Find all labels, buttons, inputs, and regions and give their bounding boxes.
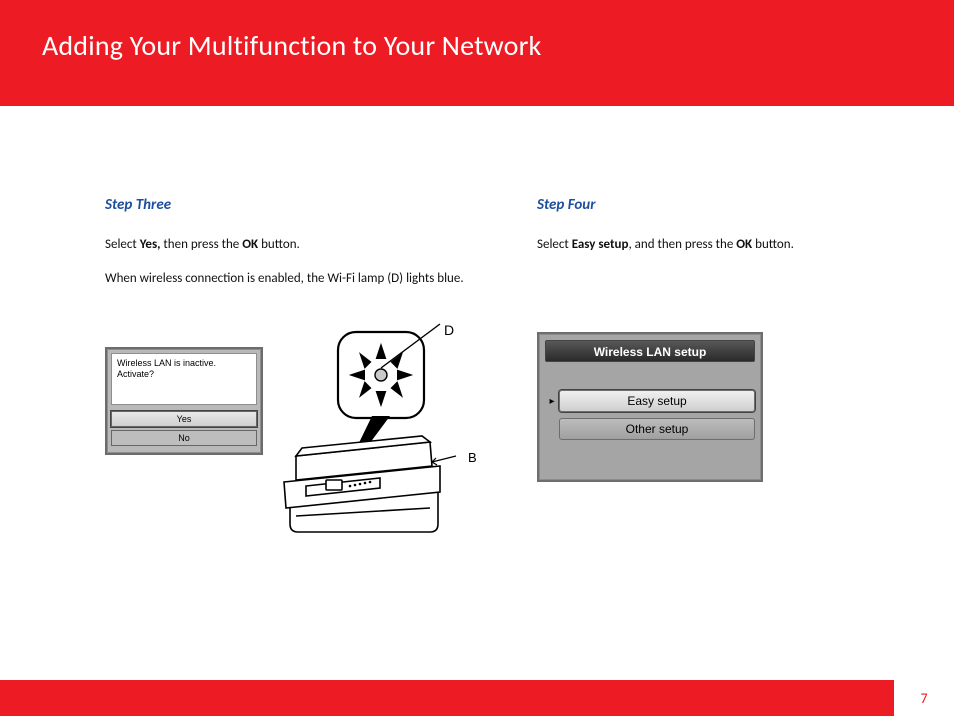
footer: 7 xyxy=(0,680,954,716)
bold-text: Yes, xyxy=(140,237,161,252)
step-four-line1: Select Easy setup, and then press the OK… xyxy=(537,236,909,254)
bold-text: OK xyxy=(736,237,752,252)
callout-label-d: D xyxy=(444,322,454,338)
step-four-title: Step Four xyxy=(537,196,909,214)
dialog-line1: Wireless LAN is inactive. xyxy=(117,358,251,369)
header-band: Adding Your Multifunction to Your Networ… xyxy=(0,0,954,106)
step-three-body: Select Yes, then press the OK button. Wh… xyxy=(105,236,477,287)
text: Select xyxy=(105,237,140,252)
text: button. xyxy=(258,237,300,252)
printer-illustration xyxy=(280,316,490,556)
step-four-body: Select Easy setup, and then press the OK… xyxy=(537,236,909,254)
screen-row-easy: ▸ Easy setup xyxy=(545,390,755,412)
callout-label-b: B xyxy=(468,450,477,465)
bold-text: Easy setup xyxy=(572,237,629,252)
screen-title: Wireless LAN setup xyxy=(545,340,755,362)
screen-row-other: Other setup xyxy=(545,418,755,440)
step-three-line1: Select Yes, then press the OK button. xyxy=(105,236,477,254)
easy-setup-option: Easy setup xyxy=(559,390,755,412)
dialog-line2: Activate? xyxy=(117,369,251,380)
bold-text: OK xyxy=(242,237,258,252)
step-four-column: Step Four Select Easy setup, and then pr… xyxy=(537,196,909,482)
text: button. xyxy=(752,237,794,252)
dialog-yes-option: Yes xyxy=(111,411,257,427)
wireless-setup-screenshot: Wireless LAN setup ▸ Easy setup Other se… xyxy=(537,332,763,482)
text: Select xyxy=(537,237,572,252)
activate-dialog-message: Wireless LAN is inactive. Activate? xyxy=(111,353,257,405)
spacer xyxy=(545,446,755,474)
page-title: Adding Your Multifunction to Your Networ… xyxy=(42,28,954,63)
dialog-no-option: No xyxy=(111,430,257,446)
text: then press the xyxy=(160,237,242,252)
other-setup-option: Other setup xyxy=(559,418,755,440)
text: , and then press the xyxy=(628,237,736,252)
selection-arrow-icon: ▸ xyxy=(545,394,559,407)
step-three-line2: When wireless connection is enabled, the… xyxy=(105,270,477,288)
activate-dialog-screenshot: Wireless LAN is inactive. Activate? Yes … xyxy=(105,347,263,455)
step-three-title: Step Three xyxy=(105,196,477,214)
footer-accent xyxy=(0,680,894,716)
page-number: 7 xyxy=(894,680,954,716)
